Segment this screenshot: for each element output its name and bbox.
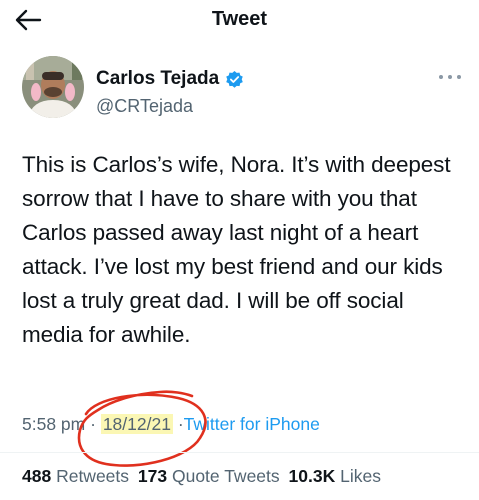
tweet-text: This is Carlos’s wife, Nora. It’s with d… (22, 152, 451, 347)
avatar[interactable] (22, 56, 84, 118)
quotes-label: Quote Tweets (171, 466, 280, 486)
tweet-source-link[interactable]: Twitter for iPhone (184, 414, 320, 434)
author-display-name[interactable]: Carlos Tejada (96, 68, 219, 90)
meta-separator: · (90, 414, 96, 434)
likes-label: Likes (340, 466, 381, 486)
tweet-stats: 488 Retweets 173 Quote Tweets 10.3K Like… (22, 466, 385, 487)
retweets-count: 488 (22, 466, 52, 486)
likes-stat[interactable]: 10.3K Likes (289, 466, 381, 486)
divider (0, 452, 479, 453)
verified-badge-icon (226, 70, 243, 88)
retweets-label: Retweets (56, 466, 130, 486)
tweet-time[interactable]: 5:58 pm (22, 414, 85, 434)
likes-count: 10.3K (288, 466, 336, 486)
author-name-row: Carlos Tejada (96, 68, 244, 90)
tweet-date[interactable]: 18/12/21 (100, 414, 173, 434)
page-title: Tweet (211, 8, 268, 30)
tweet-meta: 5:58 pm · 18/12/21 ·Twitter for iPhone (22, 414, 320, 435)
retweets-stat[interactable]: 488 Retweets (22, 466, 129, 486)
quotes-count: 173 (137, 466, 168, 486)
tweet-header: Tweet (0, 0, 479, 44)
more-horizontal-icon[interactable] (436, 70, 464, 84)
quote-tweets-stat[interactable]: 173 Quote Tweets (138, 466, 280, 486)
tweet-author: Carlos Tejada @CRTejada (22, 56, 462, 136)
author-handle[interactable]: @CRTejada (96, 96, 193, 117)
